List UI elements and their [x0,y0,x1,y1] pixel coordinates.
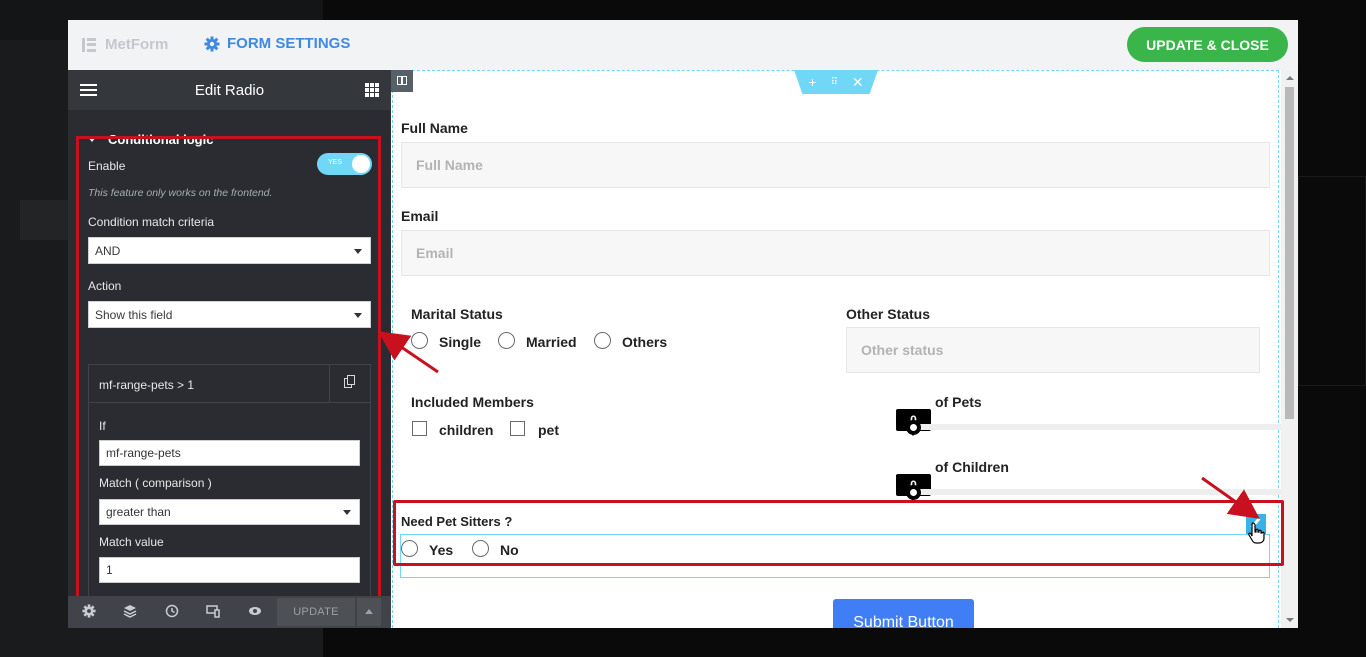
arrow-to-panel [378,331,439,374]
arrow-to-edit-button [1201,476,1260,519]
annotation-arrows [378,331,1260,519]
